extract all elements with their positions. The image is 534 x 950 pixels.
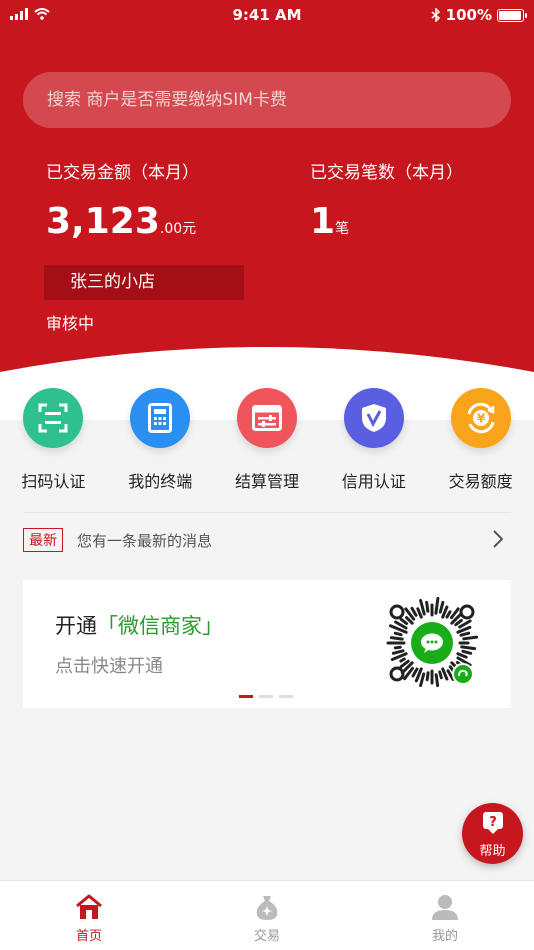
menu-item-credit[interactable]: 信用认证 (320, 388, 427, 492)
tab-bar: 首页 交易 我的 (0, 880, 534, 950)
search-input[interactable]: 搜索 商户是否需要缴纳SIM卡费 (23, 72, 511, 128)
tab-mine[interactable]: 我的 (356, 881, 534, 950)
count-value: 1笔 (310, 200, 349, 251)
tab-home[interactable]: 首页 (0, 881, 178, 950)
shop-name-tag[interactable]: 张三的小店 (44, 265, 244, 300)
banner-title-prefix: 开通 (55, 614, 97, 638)
count-unit: 笔 (335, 221, 350, 237)
quick-menu: 扫码认证 我的终端 结算管理 信用认证 ¥ 交易额度 (0, 388, 534, 492)
carousel-dot-2[interactable] (259, 695, 273, 698)
menu-item-settlement[interactable]: 结算管理 (214, 388, 321, 492)
menu-item-scan[interactable]: 扫码认证 (0, 388, 107, 492)
home-icon (76, 894, 102, 919)
menu-item-limit[interactable]: ¥ 交易额度 (427, 388, 534, 492)
terminal-icon (130, 388, 191, 448)
news-text: 您有一条最新的消息 (77, 531, 213, 550)
tab-home-label: 首页 (75, 929, 102, 944)
amount-number: 3,123 (46, 201, 160, 242)
count-label: 已交易笔数（本月） (310, 163, 463, 183)
credit-shield-icon (343, 388, 404, 448)
question-icon: ? (482, 812, 503, 834)
tab-mine-label: 我的 (431, 929, 458, 944)
bluetooth-icon (431, 8, 440, 22)
money-bag-icon (256, 896, 278, 920)
svg-text:¥: ¥ (476, 412, 485, 426)
settlement-icon (236, 388, 297, 448)
news-bar[interactable]: 最新 您有一条最新的消息 (23, 520, 511, 560)
amount-label: 已交易金额（本月） (46, 163, 199, 183)
menu-item-terminal[interactable]: 我的终端 (107, 388, 214, 492)
count-number: 1 (310, 201, 336, 242)
amount-value: 3,123.00元 (46, 200, 196, 251)
carousel-dots (239, 695, 293, 698)
menu-label-terminal: 我的终端 (128, 472, 193, 491)
scan-icon (23, 388, 84, 448)
carousel-dot-3[interactable] (279, 695, 293, 698)
user-icon (432, 895, 458, 920)
battery-icon (497, 8, 527, 22)
banner-subtitle: 点击快速开通 (55, 656, 163, 677)
help-label: 帮助 (479, 844, 506, 859)
menu-label-settlement: 结算管理 (234, 472, 299, 491)
menu-label-limit: 交易额度 (448, 472, 513, 491)
chevron-right-icon (493, 530, 503, 548)
mini-program-code-icon (382, 593, 482, 693)
carousel-dot-1[interactable] (239, 695, 253, 698)
menu-label-credit: 信用认证 (341, 472, 406, 491)
banner-title: 开通「微信商家」 (55, 610, 223, 640)
svg-text:?: ? (489, 815, 497, 830)
tab-trade[interactable]: 交易 (178, 881, 356, 950)
menu-label-scan: 扫码认证 (21, 472, 86, 491)
amount-unit: .00元 (159, 221, 197, 237)
help-button[interactable]: ? 帮助 (462, 803, 523, 864)
divider (23, 512, 511, 513)
yen-exchange-icon: ¥ (450, 388, 511, 448)
banner-title-highlight: 「微信商家」 (97, 614, 223, 638)
news-badge: 最新 (23, 528, 63, 552)
tab-trade-label: 交易 (253, 929, 280, 944)
status-bar: 9:41 AM 100% (0, 0, 534, 30)
review-status: 审核中 (46, 314, 95, 333)
battery-percent: 100% (445, 6, 492, 24)
wechat-merchant-banner[interactable]: 开通「微信商家」 点击快速开通 (23, 580, 511, 708)
